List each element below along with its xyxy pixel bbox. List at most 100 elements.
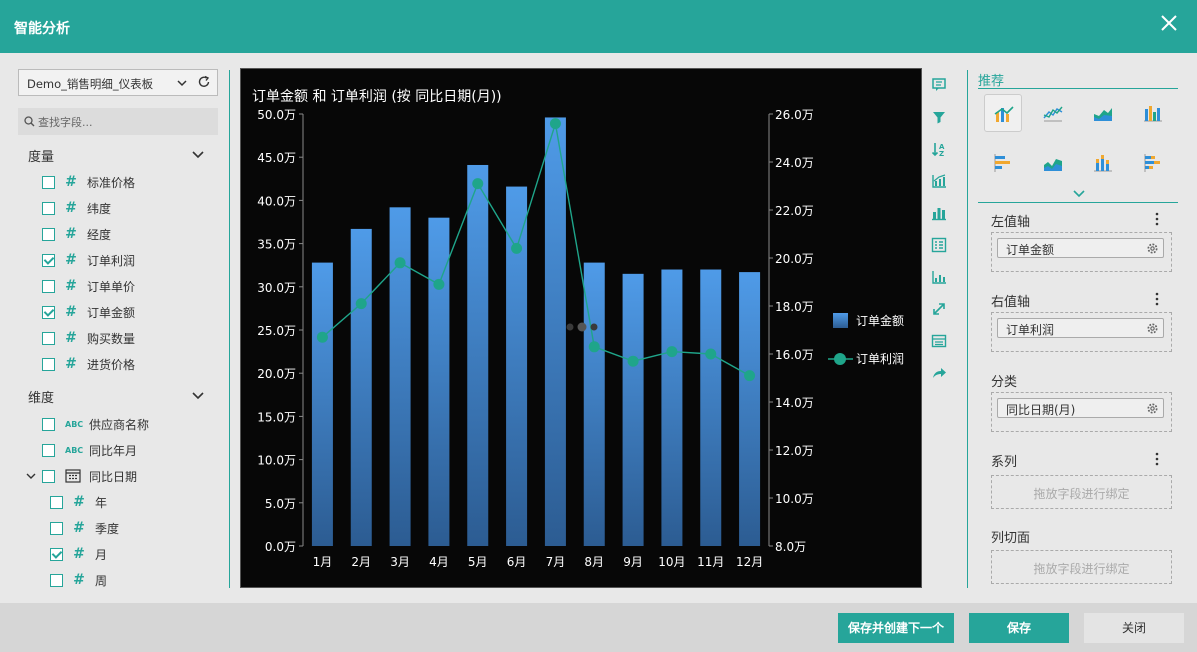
line-point[interactable] xyxy=(433,278,445,290)
checkbox[interactable] xyxy=(50,573,63,587)
right-axis-dropzone[interactable]: 订单利润 xyxy=(991,312,1172,352)
chart-type-stacked-area[interactable] xyxy=(1034,144,1072,182)
field-measure[interactable]: # 经度 xyxy=(42,224,111,244)
bar[interactable] xyxy=(700,269,722,546)
chart-canvas[interactable]: 订单金额 和 订单利润 (按 同比日期(月)) 0.0万 5.0万 10.0万 15.… xyxy=(240,68,922,588)
save-button[interactable]: 保存 xyxy=(969,613,1069,643)
number-icon: # xyxy=(65,174,77,190)
field-date-part[interactable]: # 周 xyxy=(50,570,107,590)
analysis-chart-icon[interactable] xyxy=(930,268,948,286)
field-measure[interactable]: # 订单单价 xyxy=(42,276,135,296)
datasource-select[interactable]: Demo_销售明细_仪表板 xyxy=(18,69,218,96)
field-date-part[interactable]: # 年 xyxy=(50,492,107,512)
legend-label[interactable]: 订单利润 xyxy=(856,352,904,366)
category-dropzone[interactable]: 同比日期(月) xyxy=(991,392,1172,432)
more-icon[interactable] xyxy=(1155,212,1159,226)
bar[interactable] xyxy=(544,117,566,547)
chart-type-stacked-column[interactable] xyxy=(1084,144,1122,182)
field-measure[interactable]: # 进货价格 xyxy=(42,354,135,374)
checkbox[interactable] xyxy=(42,331,55,345)
bar-chart-icon[interactable] xyxy=(930,204,948,222)
line-point[interactable] xyxy=(511,242,523,254)
field-measure[interactable]: # 标准价格 xyxy=(42,172,135,192)
checkbox[interactable] xyxy=(50,521,63,535)
line-point[interactable] xyxy=(472,178,484,190)
list-icon[interactable] xyxy=(930,236,948,254)
line-point[interactable] xyxy=(705,348,717,360)
checkbox[interactable] xyxy=(42,417,55,431)
bar[interactable] xyxy=(661,269,683,546)
gear-icon[interactable] xyxy=(1146,402,1159,415)
trendline-icon[interactable] xyxy=(930,172,948,190)
field-dimension[interactable]: ABC 同比年月 xyxy=(42,440,137,460)
data-table-icon[interactable] xyxy=(930,332,948,350)
dimensions-heading[interactable]: 维度 xyxy=(28,387,54,406)
checkbox-checked[interactable] xyxy=(42,305,55,319)
bar[interactable] xyxy=(506,186,528,546)
field-dimension-date[interactable]: 同比日期 xyxy=(26,466,137,486)
line-point[interactable] xyxy=(394,257,406,269)
field-measure[interactable]: # 纬度 xyxy=(42,198,111,218)
bar[interactable] xyxy=(350,228,372,547)
checkbox[interactable] xyxy=(42,227,55,241)
filter-icon[interactable] xyxy=(930,108,948,126)
checkbox[interactable] xyxy=(42,443,55,457)
chart-type-stacked-bar[interactable] xyxy=(1134,144,1172,182)
field-pill[interactable]: 同比日期(月) xyxy=(997,398,1164,418)
checkbox-checked[interactable] xyxy=(42,253,55,267)
sort-icon[interactable]: AZ xyxy=(930,140,948,158)
field-pill[interactable]: 订单金额 xyxy=(997,238,1164,258)
field-pill[interactable]: 订单利润 xyxy=(997,318,1164,338)
column-slice-dropzone[interactable]: 拖放字段进行绑定 xyxy=(991,550,1172,584)
close-button[interactable]: 关闭 xyxy=(1084,613,1184,643)
save-and-next-button[interactable]: 保存并创建下一个 xyxy=(838,613,954,643)
bar[interactable] xyxy=(467,164,489,546)
field-date-part[interactable]: # 季度 xyxy=(50,518,119,538)
line-point[interactable] xyxy=(549,118,561,130)
field-dimension[interactable]: ABC 供应商名称 xyxy=(42,414,149,434)
measures-heading[interactable]: 度量 xyxy=(28,146,54,165)
expand-icon[interactable] xyxy=(930,300,948,318)
field-measure[interactable]: # 订单利润 xyxy=(42,250,135,270)
field-search-input[interactable]: 查找字段... xyxy=(18,108,218,135)
checkbox[interactable] xyxy=(42,175,55,189)
line-point[interactable] xyxy=(588,341,600,353)
chart-type-column[interactable] xyxy=(1134,94,1172,132)
legend-label[interactable]: 订单金额 xyxy=(856,313,904,328)
line-point[interactable] xyxy=(666,346,678,358)
checkbox[interactable] xyxy=(42,469,55,483)
field-measure[interactable]: # 订单金额 xyxy=(42,302,135,322)
checkbox[interactable] xyxy=(42,201,55,215)
comment-icon[interactable] xyxy=(930,76,948,94)
checkbox[interactable] xyxy=(42,279,55,293)
line-point[interactable] xyxy=(627,355,639,367)
chart-type-bar[interactable] xyxy=(984,144,1022,182)
chevron-down-icon[interactable] xyxy=(1073,190,1085,198)
chevron-down-icon[interactable] xyxy=(192,392,204,400)
chart-type-combo[interactable] xyxy=(984,94,1022,132)
series-dropzone[interactable]: 拖放字段进行绑定 xyxy=(991,475,1172,509)
field-date-part[interactable]: # 月 xyxy=(50,544,107,564)
bar[interactable] xyxy=(622,273,644,546)
checkbox[interactable] xyxy=(50,495,63,509)
refresh-icon[interactable] xyxy=(197,75,211,89)
bar[interactable] xyxy=(739,272,761,546)
line-point[interactable] xyxy=(744,370,756,382)
more-icon[interactable] xyxy=(1155,292,1159,306)
field-measure[interactable]: # 购买数量 xyxy=(42,328,135,348)
left-axis-dropzone[interactable]: 订单金额 xyxy=(991,232,1172,272)
chart-type-area[interactable] xyxy=(1084,94,1122,132)
more-icon[interactable] xyxy=(1155,452,1159,466)
gear-icon[interactable] xyxy=(1146,322,1159,335)
gear-icon[interactable] xyxy=(1146,242,1159,255)
line-point[interactable] xyxy=(316,331,328,343)
chevron-down-icon[interactable] xyxy=(192,151,204,159)
share-icon[interactable] xyxy=(930,364,948,382)
checkbox-checked[interactable] xyxy=(50,547,63,561)
checkbox[interactable] xyxy=(42,357,55,371)
line-point[interactable] xyxy=(355,298,367,310)
chart-type-line[interactable] xyxy=(1034,94,1072,132)
close-icon[interactable] xyxy=(1159,13,1179,33)
bar[interactable] xyxy=(311,262,333,546)
chevron-down-icon[interactable] xyxy=(26,471,36,481)
